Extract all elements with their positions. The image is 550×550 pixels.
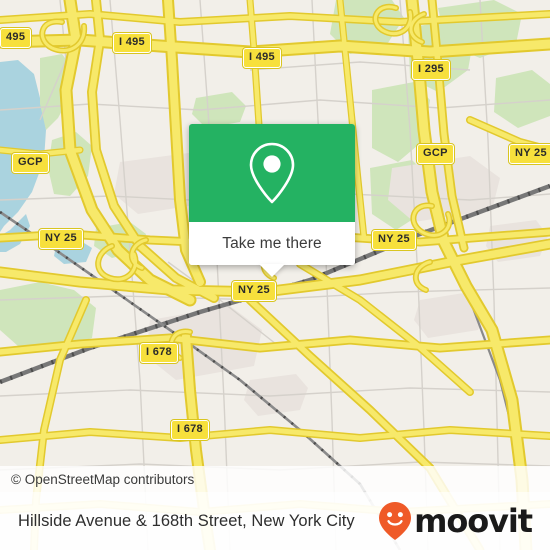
popup-action-area[interactable]: Take me there (189, 222, 355, 277)
road-shield: I 678 (171, 420, 209, 440)
popup-pointer-tail (259, 264, 285, 277)
address-label: Hillside Avenue & 168th Street, New York… (18, 511, 355, 530)
road-shield: I 495 (243, 48, 281, 68)
footer-bar: Hillside Avenue & 168th Street, New York… (0, 492, 550, 550)
road-shield: NY 25 (372, 230, 416, 250)
road-shield: GCP (12, 153, 49, 173)
road-shield: NY 25 (39, 229, 83, 249)
map-pin-icon (249, 142, 295, 204)
road-shield: GCP (417, 144, 454, 164)
moovit-smiley-pin-icon (379, 502, 412, 540)
road-shield: I 678 (140, 343, 178, 363)
road-shield: NY 25 (509, 144, 550, 164)
road-shield: NY 25 (232, 281, 276, 301)
map-screenshot: 495 I 495 I 495 I 295 GCP GCP NY 25 NY 25 NY 25 N… (0, 0, 550, 550)
road-shield: I 295 (412, 60, 450, 80)
osm-attribution-text: © OpenStreetMap contributors (11, 471, 195, 487)
moovit-wordmark: moovit (414, 502, 533, 540)
take-me-there-label: Take me there (222, 234, 322, 252)
osm-attribution[interactable]: © OpenStreetMap contributors (0, 466, 550, 492)
road-shield: 495 (0, 28, 32, 48)
popup-image-area (189, 124, 355, 222)
location-popup-card[interactable]: Take me there (189, 124, 355, 277)
moovit-logo[interactable]: moovit (378, 501, 533, 541)
road-shield: I 495 (113, 33, 151, 53)
